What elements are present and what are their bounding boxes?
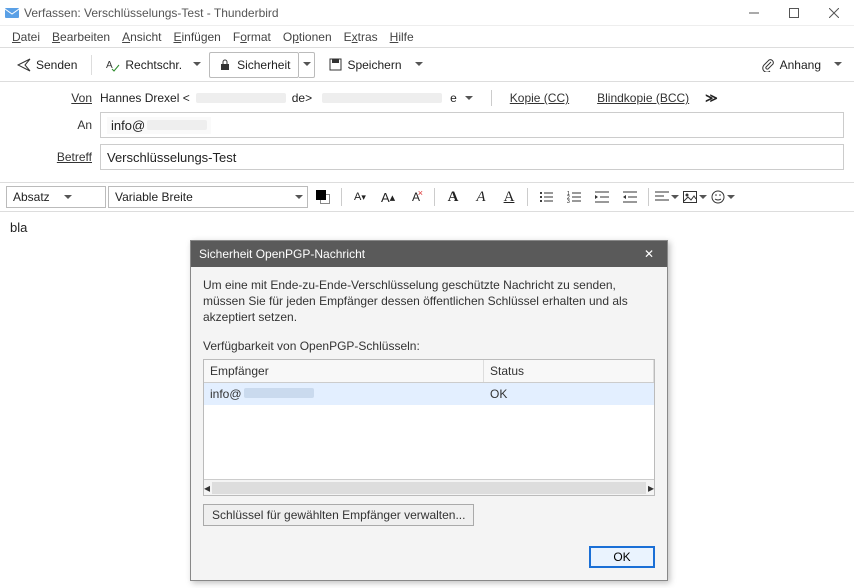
bcc-button[interactable]: Blindkopie (BCC) xyxy=(595,91,691,105)
outdent-button[interactable] xyxy=(589,186,615,208)
font-select[interactable]: Variable Breite xyxy=(108,186,308,208)
paragraph-select[interactable]: Absatz xyxy=(6,186,106,208)
attach-button[interactable]: Anhang xyxy=(752,52,830,78)
menubar: Ddocument.currentScript.previousElementS… xyxy=(0,26,854,48)
italic-button[interactable]: A xyxy=(468,186,494,208)
format-toolbar: Absatz Variable Breite A▾ A▴ A× A A A 12… xyxy=(0,182,854,212)
subject-label: Betreff xyxy=(10,150,100,164)
security-dropdown[interactable] xyxy=(299,52,315,78)
security-button[interactable]: Sicherheit xyxy=(209,52,299,78)
lock-icon xyxy=(218,58,232,72)
send-label: Senden xyxy=(36,58,77,72)
minimize-button[interactable] xyxy=(734,0,774,26)
send-button[interactable]: Senden xyxy=(8,52,86,78)
separator xyxy=(91,55,92,75)
svg-text:3: 3 xyxy=(567,199,570,204)
emoji-button[interactable] xyxy=(710,186,736,208)
key-table: Empfänger Status info@ OK ◂ ▸ xyxy=(203,359,655,496)
ok-button[interactable]: OK xyxy=(589,546,655,568)
menu-extras[interactable]: Extras xyxy=(338,28,384,46)
openpgp-dialog: Sicherheit OpenPGP-Nachricht ✕ Um eine m… xyxy=(190,240,668,581)
dialog-close-button[interactable]: ✕ xyxy=(639,247,659,261)
from-redacted xyxy=(196,93,286,103)
window-title: Verfassen: Verschlüsselungs-Test - Thund… xyxy=(24,6,734,20)
table-row[interactable]: info@ OK xyxy=(204,383,654,405)
scroll-left-icon[interactable]: ◂ xyxy=(204,480,210,496)
menu-format[interactable]: Format xyxy=(227,28,277,46)
spelling-icon: A xyxy=(106,58,120,72)
dialog-titlebar[interactable]: Sicherheit OpenPGP-Nachricht ✕ xyxy=(191,241,667,267)
spelling-label: Rechtschr. xyxy=(125,58,182,72)
app-icon xyxy=(4,5,20,21)
align-button[interactable] xyxy=(654,186,680,208)
font-smaller-button[interactable]: A▾ xyxy=(347,186,373,208)
from-value-name: Hannes Drexel < xyxy=(100,91,190,105)
insert-image-button[interactable] xyxy=(682,186,708,208)
close-button[interactable] xyxy=(814,0,854,26)
number-list-button[interactable]: 123 xyxy=(561,186,587,208)
menu-view[interactable]: Ansicht xyxy=(116,28,167,46)
maximize-button[interactable] xyxy=(774,0,814,26)
dialog-title: Sicherheit OpenPGP-Nachricht xyxy=(199,247,365,261)
indent-button[interactable] xyxy=(617,186,643,208)
menu-options[interactable]: Optionen xyxy=(277,28,338,46)
bullet-list-button[interactable] xyxy=(533,186,559,208)
bold-button[interactable]: A xyxy=(440,186,466,208)
menu-help[interactable]: Hilfe xyxy=(384,28,420,46)
to-pill[interactable]: info@ xyxy=(107,117,211,134)
to-label: An xyxy=(10,118,100,132)
attach-dropdown[interactable] xyxy=(830,52,846,78)
col-recipient[interactable]: Empfänger xyxy=(204,360,484,382)
from-dropdown[interactable] xyxy=(463,93,475,104)
manage-keys-button[interactable]: Schlüssel für gewählten Empfänger verwal… xyxy=(203,504,474,526)
message-body[interactable]: bla xyxy=(0,212,854,243)
h-scrollbar[interactable]: ◂ ▸ xyxy=(204,479,654,495)
scroll-right-icon[interactable]: ▸ xyxy=(648,480,654,496)
save-icon xyxy=(328,58,342,72)
send-icon xyxy=(17,58,31,72)
from-label[interactable]: Von xyxy=(10,91,100,105)
from-value-tail: de> xyxy=(292,91,312,105)
color-button[interactable] xyxy=(310,186,336,208)
availability-label: Verfügbarkeit von OpenPGP-Schlüsseln: xyxy=(203,338,655,354)
paperclip-icon xyxy=(761,58,775,72)
attach-label: Anhang xyxy=(780,58,821,72)
font-larger-button[interactable]: A▴ xyxy=(375,186,401,208)
menu-edit[interactable]: Bearbeiten xyxy=(46,28,116,46)
dialog-description: Um eine mit Ende-zu-Ende-Verschlüsselung… xyxy=(203,277,655,326)
from-redacted2 xyxy=(322,93,442,103)
table-empty-area xyxy=(204,405,654,479)
toolbar: Senden A Rechtschr. Sicherheit Speichern… xyxy=(0,48,854,82)
col-status[interactable]: Status xyxy=(484,360,654,382)
menu-insert[interactable]: Einfügen xyxy=(167,28,226,46)
cc-button[interactable]: Kopie (CC) xyxy=(508,91,571,105)
save-button[interactable]: Speichern xyxy=(319,52,410,78)
spelling-dropdown[interactable] xyxy=(189,52,205,78)
save-label: Speichern xyxy=(347,58,401,72)
subject-input[interactable]: Verschlüsselungs-Test xyxy=(100,144,844,170)
save-dropdown[interactable] xyxy=(411,52,427,78)
clear-format-button[interactable]: A× xyxy=(403,186,429,208)
header-fields: Von Hannes Drexel < de> e Kopie (CC) Bli… xyxy=(0,82,854,182)
underline-button[interactable]: A xyxy=(496,186,522,208)
spelling-button[interactable]: A Rechtschr. xyxy=(97,52,189,78)
to-input[interactable]: info@ xyxy=(100,112,844,138)
more-headers-icon[interactable]: ≫ xyxy=(705,91,718,105)
security-label: Sicherheit xyxy=(237,58,290,72)
menu-file[interactable]: Ddocument.currentScript.previousElementS… xyxy=(6,28,46,46)
